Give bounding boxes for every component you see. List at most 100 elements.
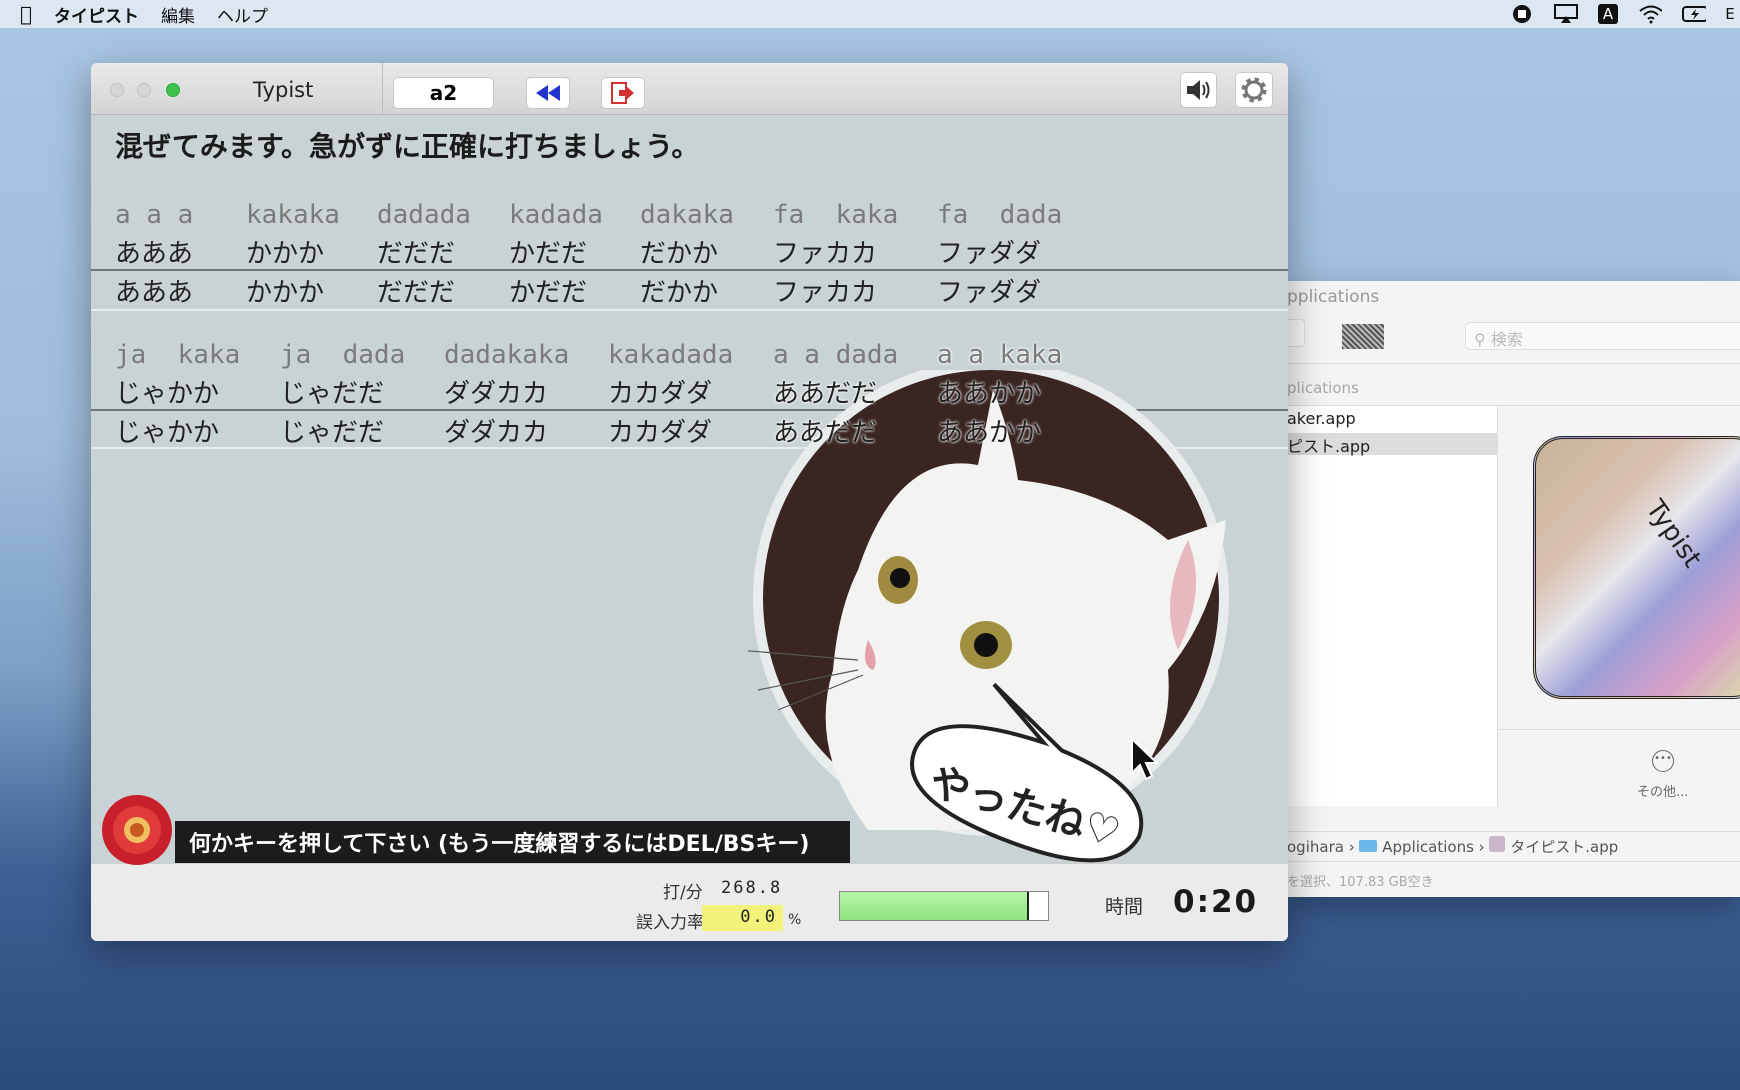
kana-word: だかか <box>640 239 719 269</box>
screen-record-icon[interactable] <box>1510 4 1534 24</box>
romaji-word: fa kaka <box>773 200 899 230</box>
zoom-button[interactable] <box>166 83 180 97</box>
preview-label: Typist <box>1639 494 1708 574</box>
app-icon <box>1489 836 1506 852</box>
time-label: 時間 <box>1105 896 1144 918</box>
window-title: Typist <box>253 78 314 102</box>
prompt-message: 何かキーを押して下さい (もう一度練習するにはDEL/BSキー) <box>175 821 850 863</box>
error-rate-unit: % <box>788 912 802 928</box>
airplay-icon[interactable] <box>1554 4 1578 24</box>
finder-title: pplications <box>1287 287 1380 307</box>
typed-word: かかか <box>246 278 325 308</box>
exit-button[interactable] <box>601 77 645 109</box>
kana-word: ダダカカ <box>444 379 549 409</box>
error-rate-label: 誤入力率 <box>636 913 704 933</box>
romaji-word: kakaka <box>246 200 340 230</box>
romaji-row: ja kaka ja dada dadakaka kakadada a a da… <box>115 340 1062 374</box>
mouse-cursor-icon <box>1131 737 1160 781</box>
file-item-selected[interactable]: ピスト.app <box>1287 433 1497 456</box>
menu-extra-icon[interactable]: E <box>1725 4 1734 24</box>
battery-icon[interactable] <box>1682 4 1706 24</box>
view-thumbnail-icon[interactable] <box>1342 324 1384 349</box>
menu-app[interactable]: タイピスト <box>54 2 139 27</box>
typed-word: あああ <box>115 278 194 308</box>
menu-help[interactable]: ヘルプ <box>217 2 268 27</box>
romaji-word: ja kaka <box>115 340 241 370</box>
kana-word: かだだ <box>509 239 588 269</box>
search-field[interactable]: ⚲ 検索 <box>1465 322 1740 350</box>
menu-bar:  タイピスト 編集 ヘルプ A E <box>0 0 1740 28</box>
kana-word: じゃかか <box>115 379 220 409</box>
folder-icon <box>1359 840 1378 852</box>
more-label[interactable]: その他... <box>1637 781 1688 800</box>
sound-button[interactable] <box>1180 72 1217 108</box>
finder-window: pplications ⚲ 検索 plications aker.app ピスト… <box>1287 281 1740 897</box>
breadcrumb-applications[interactable]: Applications <box>1382 838 1474 856</box>
lesson-instruction: 混ぜてみます。急がずに正確に打ちましょう。 <box>115 130 700 163</box>
finder-status: を選択、107.83 GB空き <box>1287 875 1434 890</box>
kana-word: ファダダ <box>937 239 1042 269</box>
apple-menu-icon[interactable]:  <box>20 2 32 26</box>
breadcrumb-user[interactable]: ogihara <box>1287 838 1344 856</box>
kana-row: じゃかか じゃだだ ダダカカ カカダダ ああだだ ああかか <box>115 373 1041 409</box>
gear-icon <box>1241 77 1267 103</box>
kana-word: だだだ <box>377 239 456 269</box>
typed-word: かだだ <box>509 278 588 308</box>
romaji-word: dadada <box>377 200 471 230</box>
settings-button[interactable] <box>1235 72 1273 108</box>
minimize-button[interactable] <box>137 83 151 97</box>
breadcrumb-app[interactable]: タイピスト.app <box>1510 838 1618 856</box>
typed-word: だかか <box>640 278 719 308</box>
romaji-word: a a dada <box>773 340 899 370</box>
breadcrumb: ogihara › Applications › タイピスト.app <box>1287 836 1619 856</box>
rewind-icon <box>536 85 560 101</box>
typist-window: Typist a2 混ぜてみます。急がずに正確に打ちましょう。 a a a ka… <box>91 63 1288 941</box>
speed-label: 打/分 <box>663 883 703 903</box>
kana-word: ファカカ <box>773 239 878 269</box>
more-icon[interactable]: ••• <box>1652 750 1674 772</box>
typed-word: だだだ <box>377 278 456 308</box>
typed-word: ファダダ <box>937 278 1042 308</box>
file-item[interactable]: aker.app <box>1287 409 1497 431</box>
typed-word: じゃかか <box>115 418 220 448</box>
kana-row: あああ かかか だだだ かだだ だかか ファカカ ファダダ <box>115 233 1041 269</box>
kana-word: カカダダ <box>608 379 713 409</box>
kana-word: ああかか <box>937 379 1042 409</box>
typed-word: ああだだ <box>773 418 878 448</box>
title-bar: Typist a2 <box>91 63 1288 115</box>
mode-button[interactable]: a2 <box>393 77 494 109</box>
rewind-button[interactable] <box>526 77 570 109</box>
input-source-icon[interactable]: A <box>1598 4 1618 24</box>
romaji-word: a a a <box>115 200 194 230</box>
romaji-word: ja dada <box>280 340 406 370</box>
wifi-icon[interactable] <box>1638 4 1662 24</box>
typed-row: あああ かかか だだだ かだだ だかか ファカカ ファダダ <box>115 272 1041 308</box>
close-button[interactable] <box>110 83 124 97</box>
speed-value: 268.8 <box>721 878 783 898</box>
typed-word: ダダカカ <box>444 418 549 448</box>
kana-word: ああだだ <box>773 379 878 409</box>
exit-icon <box>611 82 634 104</box>
speaker-icon <box>1186 80 1209 100</box>
romaji-word: dadakaka <box>444 340 570 370</box>
new-folder-button[interactable] <box>1287 319 1305 347</box>
typed-word: ファカカ <box>773 278 878 308</box>
stats-bar: 打/分 268.8 誤入力率 0.0 % 時間 0:20 <box>91 863 1288 941</box>
progress-fill <box>840 892 1030 920</box>
romaji-word: kakadada <box>608 340 734 370</box>
time-value: 0:20 <box>1173 884 1259 920</box>
menu-edit[interactable]: 編集 <box>161 2 195 27</box>
path-header: plications <box>1287 379 1359 397</box>
error-rate-value: 0.0 <box>702 905 783 931</box>
romaji-word: kadada <box>509 200 603 230</box>
typed-word: ああかか <box>937 418 1042 448</box>
romaji-word: fa dada <box>937 200 1063 230</box>
flower-icon <box>101 794 173 870</box>
search-icon: ⚲ <box>1474 330 1486 349</box>
kana-word: あああ <box>115 239 194 269</box>
search-placeholder: 検索 <box>1490 330 1523 349</box>
typed-row: じゃかか じゃだだ ダダカカ カカダダ ああだだ ああかか <box>115 412 1041 448</box>
typed-word: じゃだだ <box>280 418 385 448</box>
romaji-word: dakaka <box>640 200 734 230</box>
kana-word: かかか <box>246 239 325 269</box>
